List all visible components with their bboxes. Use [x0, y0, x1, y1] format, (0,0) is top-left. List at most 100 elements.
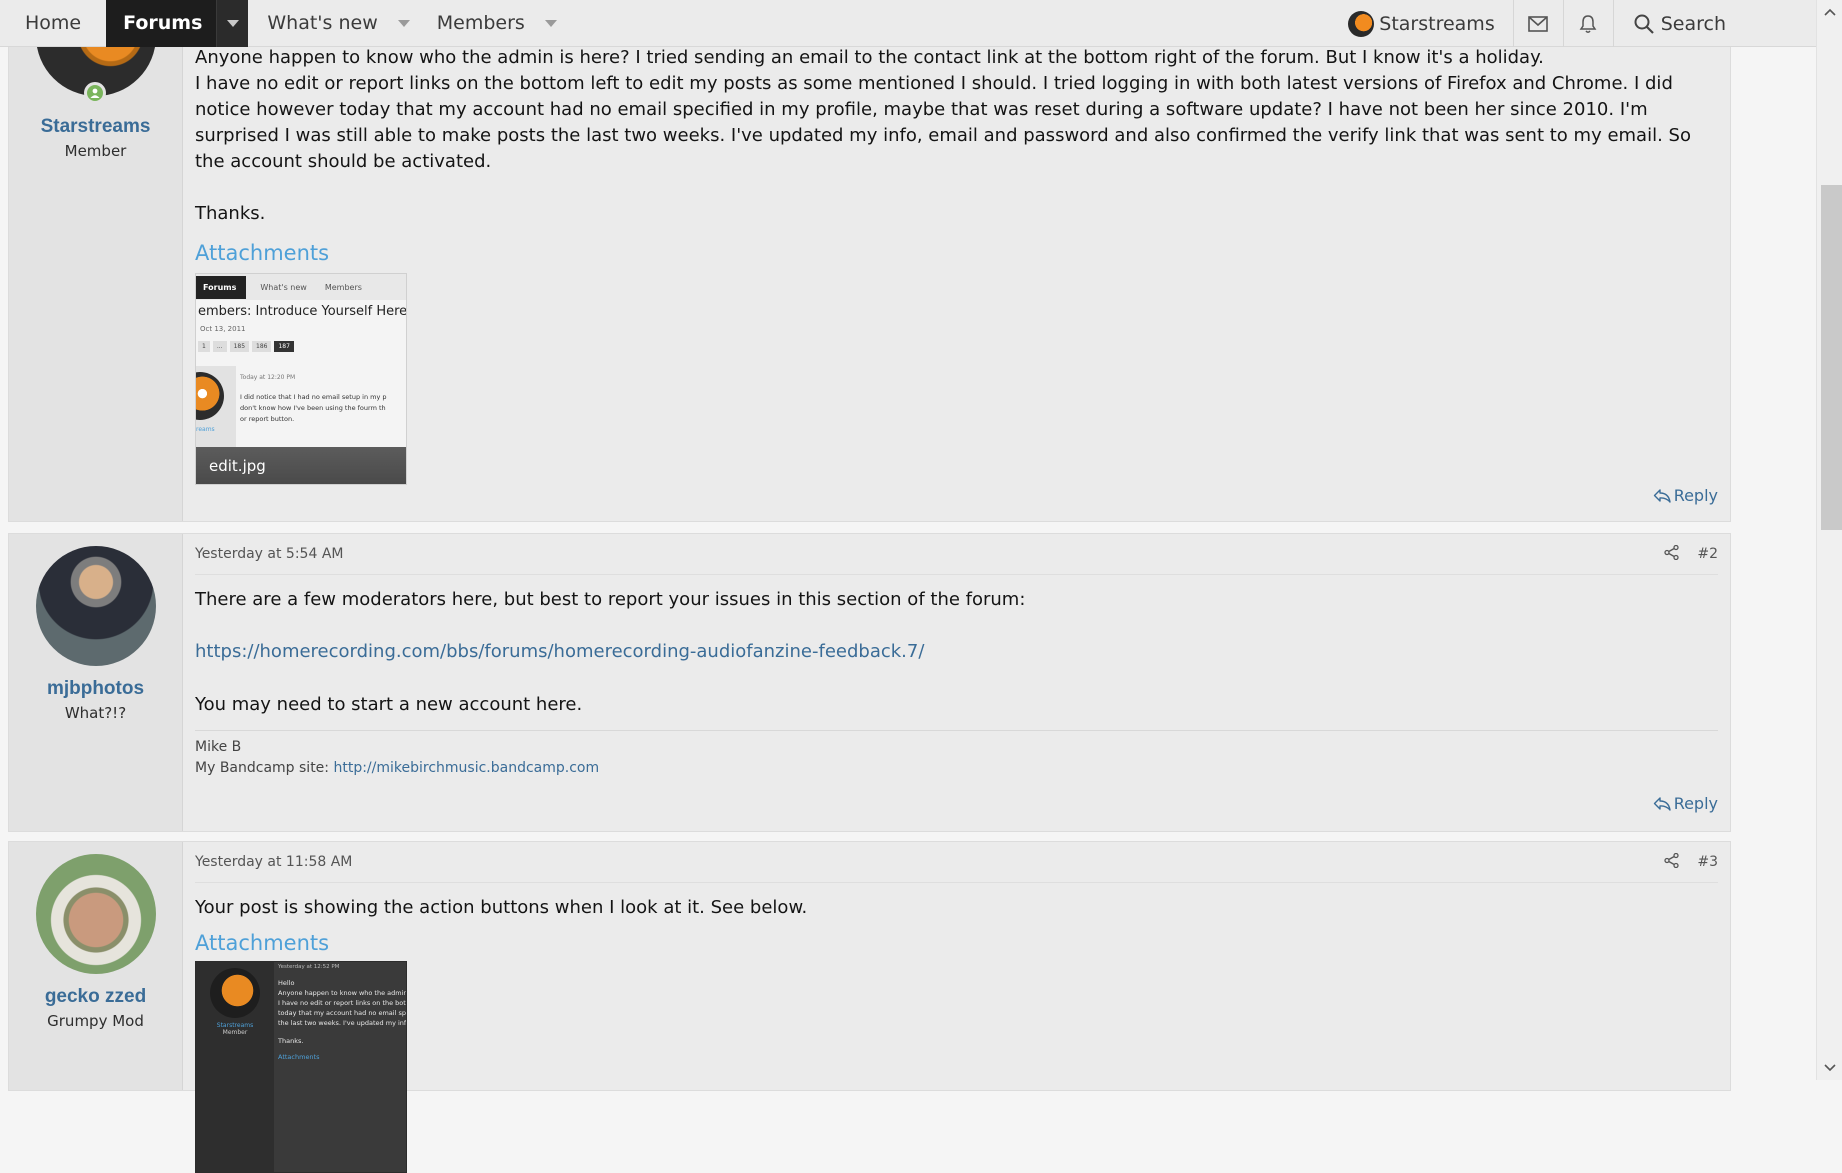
preview-date: Oct 13, 2011	[200, 325, 246, 333]
preview-username: reams	[196, 426, 215, 433]
feedback-forum-link[interactable]: https://homerecording.com/bbs/forums/hom…	[195, 639, 1718, 665]
preview-line: I did notice that I had no email setup i…	[240, 393, 387, 401]
search-label[interactable]: Search	[1661, 13, 1726, 35]
preview-time: Today at 12:20 PM	[240, 374, 296, 381]
preview-line: Thanks.	[278, 1037, 304, 1045]
preview-body: I did notice that I had no email setup i…	[240, 392, 387, 425]
nav-whats-new-label[interactable]: What's new	[267, 12, 377, 34]
post-content: Yesterday at 5:54 AM #2 There are a few …	[183, 534, 1730, 831]
forums-dropdown-toggle[interactable]	[216, 0, 249, 47]
post-2: mjbphotos What?!? Yesterday at 5:54 AM #…	[8, 533, 1731, 832]
post-number[interactable]: #3	[1697, 854, 1718, 870]
post-username[interactable]: gecko zzed	[9, 986, 182, 1008]
preview-line: today that my account had no email spec	[278, 1009, 407, 1017]
preview-body: Hello Anyone happen to know who the admi…	[278, 978, 407, 1062]
scroll-up-button[interactable]	[1817, 2, 1842, 22]
post-body: Your post is showing the action buttons …	[195, 895, 1718, 921]
attachment-thumbnail[interactable]: Forums What's new Members embers: Introd…	[195, 273, 407, 485]
nav-forums[interactable]: Forums	[106, 0, 249, 47]
preview-tab: Members	[324, 282, 362, 292]
reply-icon	[1653, 488, 1671, 503]
reply-button[interactable]: Reply	[1653, 486, 1718, 505]
post-paragraph: Your post is showing the action buttons …	[195, 897, 808, 918]
preview-page: 186	[252, 341, 272, 352]
share-button[interactable]	[1664, 544, 1680, 564]
preview-title: embers: Introduce Yourself Here!	[198, 304, 407, 319]
preview-user-col: reams	[196, 366, 236, 451]
post-1: Starstreams Member Anyone happen to know…	[8, 0, 1731, 522]
nav-user-area: Starstreams Search	[1348, 0, 1726, 47]
preview-page: 187	[274, 341, 294, 352]
preview-nav: Forums What's new Members	[196, 274, 406, 300]
signature-prefix: My Bandcamp site:	[195, 760, 334, 776]
preview-username: Starstreams	[216, 1022, 254, 1029]
scroll-down-button[interactable]	[1817, 1058, 1842, 1078]
online-indicator-icon	[83, 82, 106, 104]
post-paragraph: There are a few moderators here, but bes…	[195, 589, 1026, 610]
account-username[interactable]: Starstreams	[1379, 13, 1494, 35]
attachments-heading: Attachments	[195, 931, 330, 955]
post-paragraph: Thanks.	[195, 203, 266, 224]
alerts-button[interactable]	[1564, 0, 1613, 47]
post-header: Yesterday at 5:54 AM #2	[195, 534, 1718, 575]
post-user-info: mjbphotos What?!?	[9, 534, 183, 831]
chevron-down-icon	[226, 19, 239, 27]
top-navigation: Home Forums What's new Members Starstrea…	[0, 0, 1816, 47]
post-body: Anyone happen to know who the admin is h…	[195, 45, 1718, 227]
nav-members-label[interactable]: Members	[437, 12, 525, 34]
avatar[interactable]	[35, 546, 156, 666]
signature-line: My Bandcamp site: http://mikebirchmusic.…	[195, 758, 1718, 779]
post-timestamp[interactable]: Yesterday at 5:54 AM	[195, 546, 343, 562]
nav-forums-label[interactable]: Forums	[123, 12, 202, 34]
post-paragraph: I have no edit or report links on the bo…	[195, 73, 1691, 172]
share-button[interactable]	[1664, 852, 1680, 872]
preview-line: or report button.	[240, 415, 295, 423]
preview-user-title: Member	[222, 1029, 248, 1036]
user-title: Member	[64, 142, 127, 160]
share-icon	[1664, 544, 1680, 560]
share-icon	[1664, 852, 1680, 868]
preview-page: ...	[212, 341, 227, 352]
preview-line: I have no edit or report links on the bo…	[278, 999, 407, 1007]
avatar	[196, 372, 224, 420]
chevron-down-icon	[1824, 1064, 1836, 1072]
scrollbar-thumb[interactable]	[1821, 185, 1842, 530]
preview-pagination: 1 ... 185 186 187	[196, 333, 406, 352]
inbox-button[interactable]	[1514, 0, 1563, 47]
nav-whats-new[interactable]: What's new	[248, 0, 417, 47]
nav-home[interactable]: Home	[0, 0, 106, 47]
reply-label[interactable]: Reply	[1674, 794, 1718, 813]
search-button[interactable]: Search	[1614, 13, 1726, 35]
preview-line: the last two weeks. I've updated my info…	[278, 1019, 407, 1027]
avatar[interactable]	[35, 854, 156, 974]
attachment-filename[interactable]: edit.jpg	[196, 447, 406, 484]
reply-label[interactable]: Reply	[1674, 486, 1718, 505]
preview-line: don't know how I've been using the fourm…	[240, 404, 386, 412]
post-body: There are a few moderators here, but bes…	[195, 587, 1718, 718]
post-timestamp[interactable]: Yesterday at 11:58 AM	[195, 854, 352, 870]
vertical-scrollbar[interactable]	[1816, 0, 1842, 1080]
preview-user-col: Starstreams Member	[196, 962, 274, 1172]
post-content: Yesterday at 11:58 AM #3 Your post is sh…	[183, 842, 1730, 1173]
user-title: Grumpy Mod	[47, 1012, 144, 1030]
nav-members[interactable]: Members	[418, 0, 565, 47]
post-username[interactable]: mjbphotos	[9, 678, 182, 700]
post-user-info: Starstreams Member	[9, 0, 183, 521]
preview-attachments: Attachments	[278, 1053, 320, 1061]
account-menu[interactable]: Starstreams	[1348, 10, 1512, 37]
signature-name: Mike B	[195, 739, 242, 755]
signature: Mike B My Bandcamp site: http://mikebirc…	[195, 730, 1718, 779]
attachment-thumbnail[interactable]: Starstreams Member Yesterday at 12:52 PM…	[195, 961, 407, 1173]
post-number[interactable]: #2	[1697, 546, 1718, 562]
attachments-heading: Attachments	[195, 241, 330, 265]
post-username[interactable]: Starstreams	[9, 116, 182, 138]
post-content: Anyone happen to know who the admin is h…	[183, 1, 1730, 521]
post-3: gecko zzed Grumpy Mod Yesterday at 11:58…	[8, 841, 1731, 1173]
reply-icon	[1653, 796, 1671, 811]
bandcamp-link[interactable]: http://mikebirchmusic.bandcamp.com	[333, 760, 599, 776]
envelope-icon	[1528, 15, 1549, 32]
user-title: What?!?	[64, 704, 127, 722]
chevron-down-icon[interactable]	[544, 19, 557, 27]
reply-button[interactable]: Reply	[1653, 794, 1718, 813]
chevron-down-icon[interactable]	[397, 19, 410, 27]
